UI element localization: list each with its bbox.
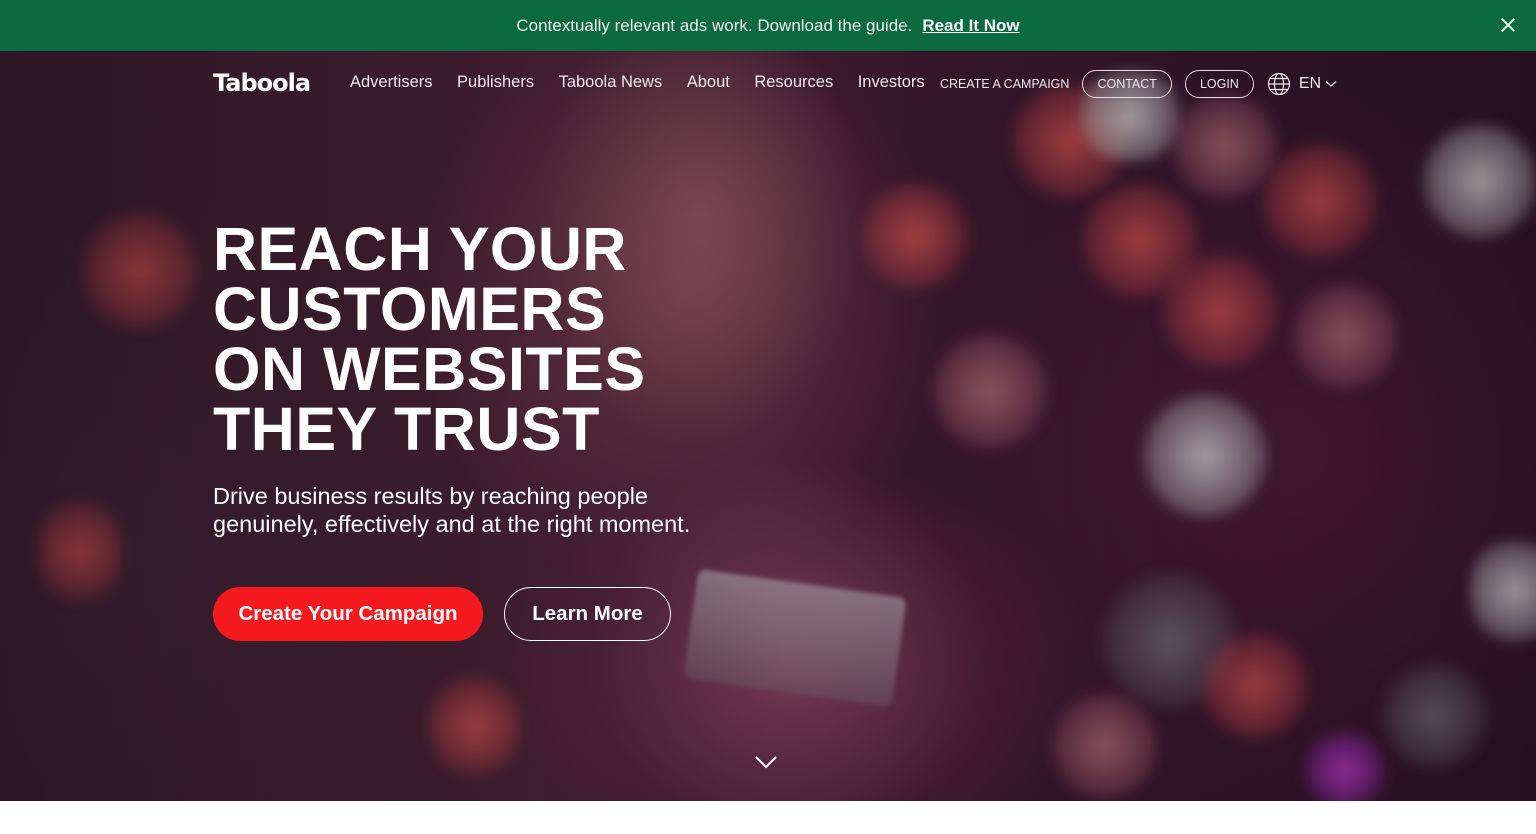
banner-text: Contextually relevant ads work. Download…	[516, 15, 913, 35]
read-it-now-link[interactable]: Read It Now	[922, 16, 1019, 36]
nav-link-resources[interactable]: Resources	[754, 73, 833, 92]
globe-icon	[1267, 72, 1290, 96]
nav-link-advertisers[interactable]: Advertisers	[350, 73, 433, 92]
main-navigation: Taboola Advertisers Publishers Taboola N…	[0, 51, 1536, 117]
language-label: EN	[1298, 75, 1322, 92]
login-button[interactable]: LOGIN	[1184, 70, 1254, 98]
chevron-down-icon	[1325, 81, 1337, 87]
chevron-down-icon[interactable]	[754, 754, 778, 770]
contact-button[interactable]: CONTACT	[1082, 70, 1172, 98]
nav-links: Advertisers Publishers Taboola News Abou…	[350, 73, 949, 92]
nav-link-investors[interactable]: Investors	[858, 73, 925, 92]
nav-link-publishers[interactable]: Publishers	[457, 73, 534, 92]
announcement-banner: Contextually relevant ads work. Download…	[0, 0, 1536, 51]
hero-headline: REACH YOUR CUSTOMERS ON WEBSITES THEY TR…	[213, 215, 646, 463]
learn-more-button[interactable]: Learn More	[504, 587, 671, 641]
hero-subtext: Drive business results by reaching peopl…	[213, 483, 691, 537]
nav-link-taboola-news[interactable]: Taboola News	[559, 73, 663, 92]
headline-line: CUSTOMERS	[213, 275, 607, 343]
create-your-campaign-button[interactable]: Create Your Campaign	[213, 587, 483, 641]
nav-link-about[interactable]: About	[687, 73, 730, 92]
close-icon[interactable]	[1500, 17, 1516, 33]
headline-line: THEY TRUST	[213, 395, 600, 463]
language-selector[interactable]: EN	[1267, 72, 1337, 96]
headline-line: REACH YOUR	[213, 215, 627, 283]
taboola-logo[interactable]: Taboola	[213, 69, 311, 97]
create-campaign-link[interactable]: CREATE A CAMPAIGN	[940, 77, 1069, 91]
nav-actions: CREATE A CAMPAIGN CONTACT LOGIN EN	[940, 70, 1337, 98]
headline-line: ON WEBSITES	[213, 335, 646, 403]
